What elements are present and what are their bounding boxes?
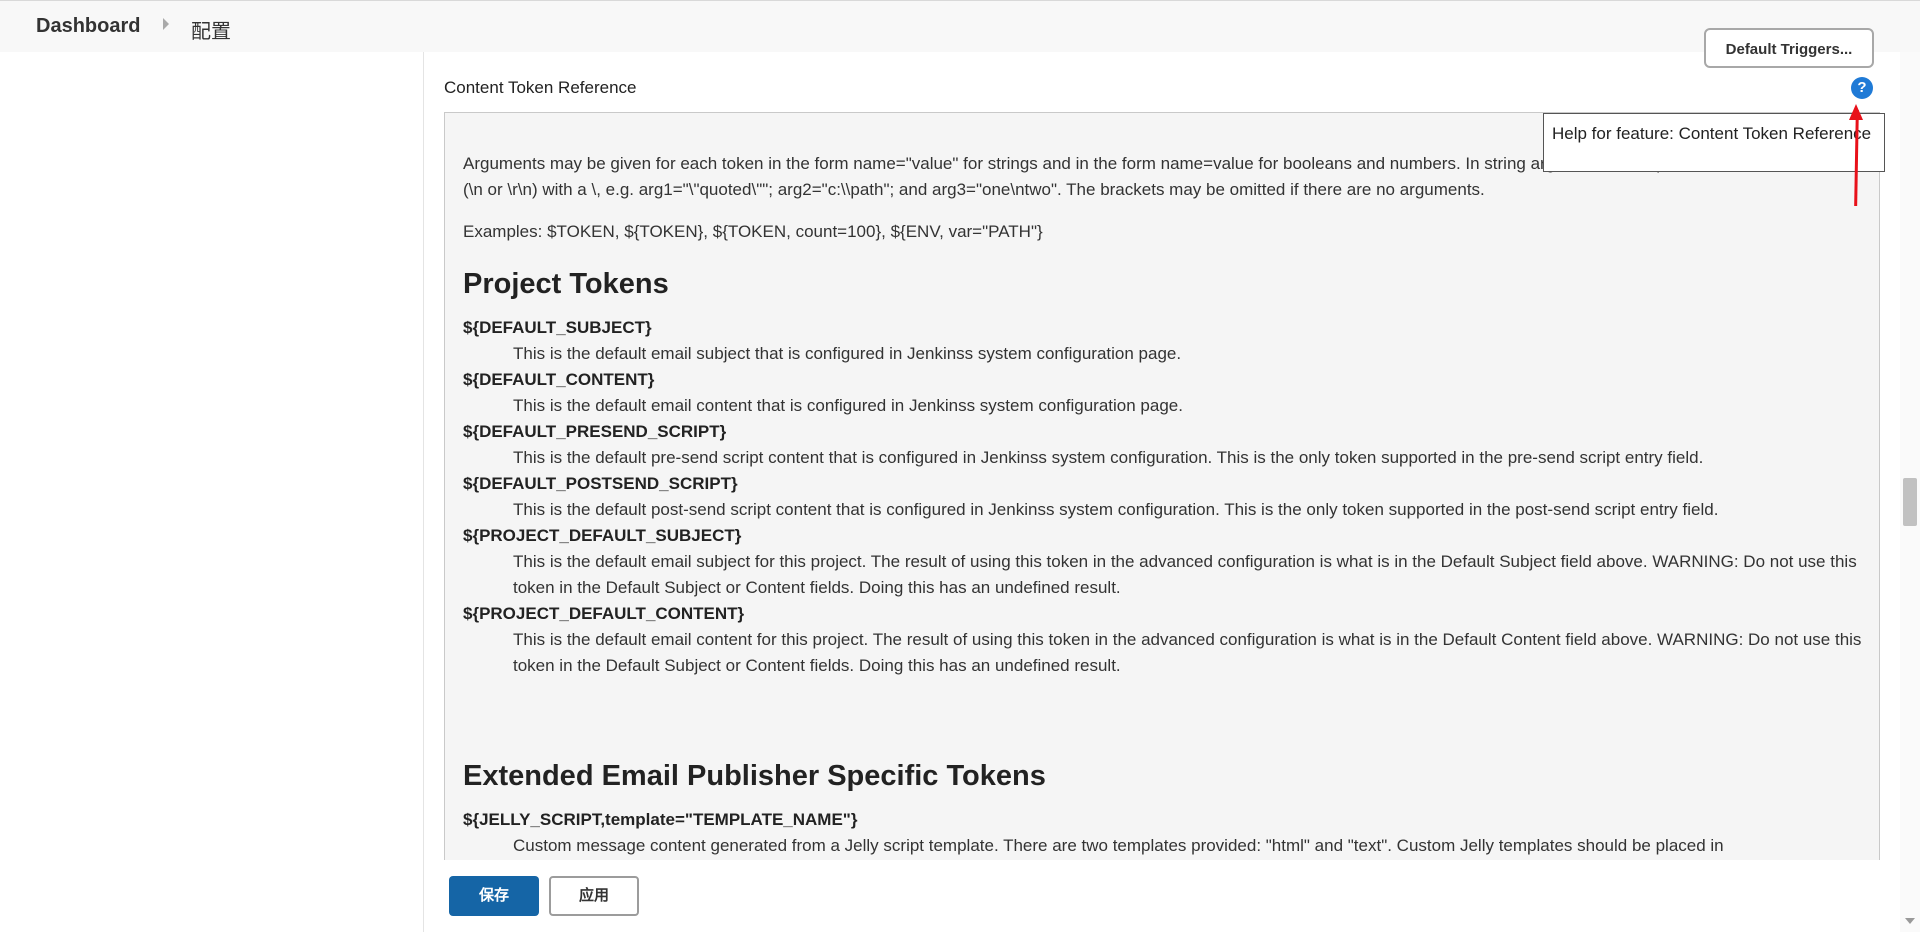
help-content: Arguments may be given for each token in… (463, 151, 1863, 885)
bottom-action-bar (424, 860, 1900, 932)
apply-button[interactable]: 应用 (549, 876, 639, 916)
breadcrumb-dashboard-link[interactable]: Dashboard (36, 15, 140, 38)
section-title: Content Token Reference (444, 78, 637, 97)
token-name: ${DEFAULT_CONTENT} (463, 370, 655, 389)
token-name: ${DEFAULT_SUBJECT} (463, 318, 652, 337)
question-circle-icon[interactable]: ? (1851, 77, 1873, 99)
help-examples: Examples: $TOKEN, ${TOKEN}, ${TOKEN, cou… (463, 222, 1043, 241)
token-description: This is the default email content for th… (513, 630, 1862, 675)
scrollbar-thumb[interactable] (1903, 478, 1917, 526)
breadcrumb-config[interactable]: 配置 (191, 15, 231, 44)
token-name: ${PROJECT_DEFAULT_SUBJECT} (463, 526, 742, 545)
breadcrumb-chevron-icon (163, 18, 169, 30)
help-tooltip: Help for feature: Content Token Referenc… (1543, 113, 1885, 172)
token-description: This is the default post-send script con… (513, 500, 1719, 519)
extended-tokens-heading: Extended Email Publisher Specific Tokens (463, 760, 1046, 792)
project-tokens-heading: Project Tokens (463, 268, 669, 300)
token-name: ${JELLY_SCRIPT,template="TEMPLATE_NAME"} (463, 810, 858, 829)
token-name: ${PROJECT_DEFAULT_CONTENT} (463, 604, 745, 623)
save-button[interactable]: 保存 (449, 876, 539, 916)
token-description: This is the default email subject that i… (513, 344, 1182, 363)
token-description: This is the default email subject for th… (513, 552, 1857, 597)
breadcrumb-bar: Dashboard 配置 (0, 0, 1920, 52)
scroll-down-icon[interactable] (1905, 918, 1915, 924)
project-tokens-list: ${DEFAULT_SUBJECT} This is the default em… (463, 315, 1863, 679)
token-name: ${DEFAULT_POSTSEND_SCRIPT} (463, 474, 738, 493)
token-name: ${DEFAULT_PRESEND_SCRIPT} (463, 422, 727, 441)
help-content-panel: Arguments may be given for each token in… (444, 112, 1880, 932)
default-triggers-button[interactable]: Default Triggers... (1704, 28, 1874, 68)
token-description: This is the default pre-send script cont… (513, 448, 1704, 467)
side-panel-divider (423, 52, 424, 932)
annotation-arrow-head (1849, 104, 1863, 120)
token-description: This is the default email content that i… (513, 396, 1183, 415)
